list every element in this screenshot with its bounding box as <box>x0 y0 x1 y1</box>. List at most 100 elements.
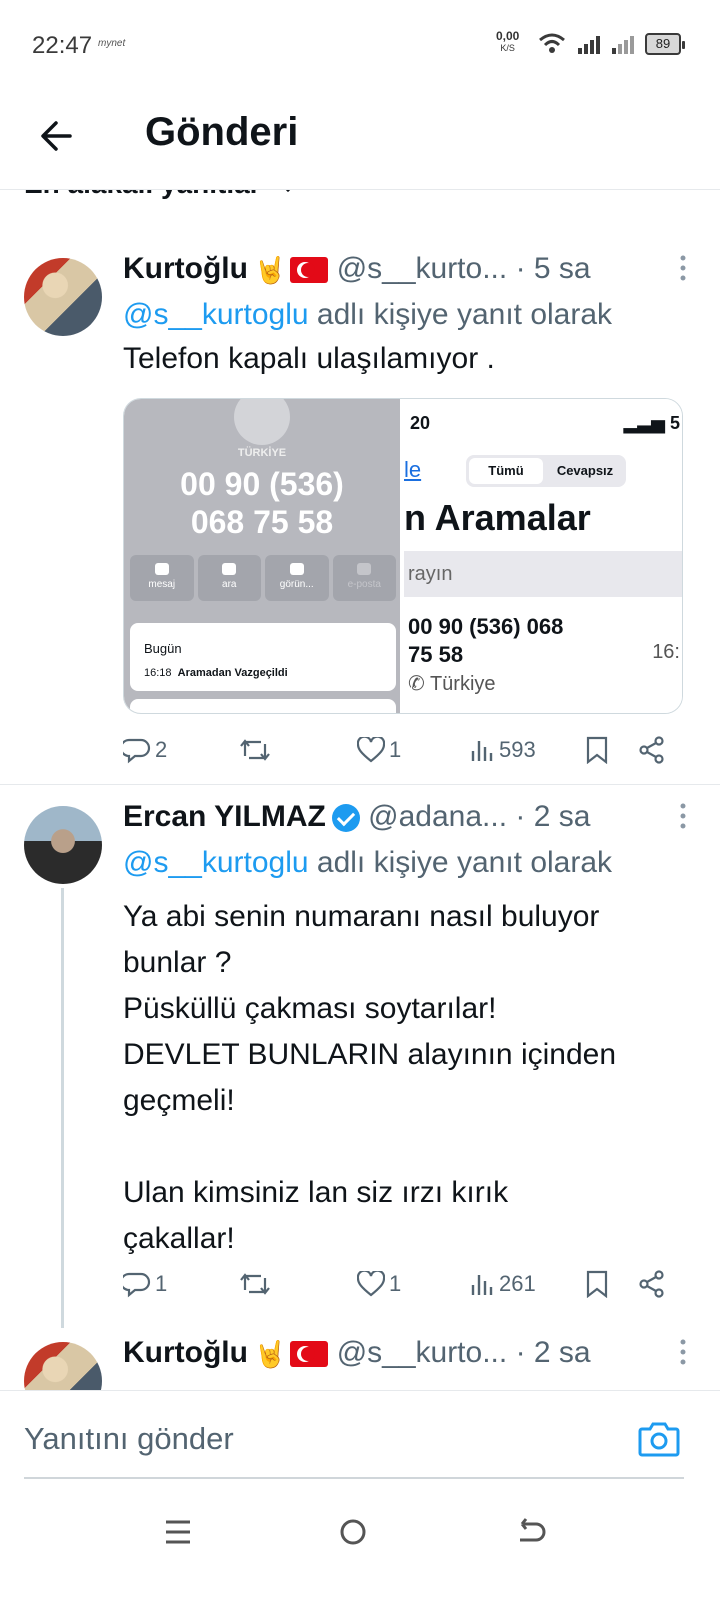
horns-emoji-icon: 🤘 <box>253 1338 287 1369</box>
screenshot-time: 20 <box>410 413 431 433</box>
user-handle[interactable]: @s__kurto... <box>337 252 508 285</box>
carrier-logo: mynet <box>98 38 126 49</box>
retweet-button[interactable] <box>239 730 275 770</box>
horns-emoji-icon: 🤘 <box>253 254 287 285</box>
views-count: 593 <box>499 737 536 762</box>
reply-icon <box>123 738 151 764</box>
tweet-time: · 2 sa <box>515 1336 591 1369</box>
back-nav-icon[interactable] <box>510 1512 550 1552</box>
display-name[interactable]: Kurtoğlu <box>123 252 248 285</box>
avatar[interactable] <box>24 258 102 336</box>
message-action: mesaj <box>130 555 194 601</box>
menu-icon[interactable] <box>158 1512 198 1552</box>
like-button[interactable]: 1 <box>357 730 401 770</box>
reply-input[interactable]: Yanıtını gönder <box>24 1421 234 1457</box>
call-log-day: Bugün <box>144 641 182 656</box>
tweet-header: Kurtoğlu 🤘 @s__kurto... · 5 sa <box>123 252 688 292</box>
call-log-card: Bugün 16:18 Aramadan Vazgeçildi <box>130 623 396 691</box>
reply-count: 2 <box>155 737 168 762</box>
battery-icon: 89 <box>645 33 685 55</box>
recents-title: n Aramalar <box>404 497 591 538</box>
display-name[interactable]: Kurtoğlu <box>123 1336 248 1369</box>
avatar[interactable] <box>24 806 102 884</box>
bookmark-button[interactable] <box>585 1264 613 1304</box>
tweet-actions: 2 1 593 <box>123 730 680 770</box>
contact-actions: mesaj ara görün... e-posta <box>130 555 396 601</box>
system-nav-bar <box>0 1480 720 1600</box>
turkey-flag-icon <box>290 257 329 284</box>
turkey-flag-icon <box>290 1341 329 1368</box>
share-button[interactable] <box>637 1264 671 1304</box>
like-count: 1 <box>389 737 402 762</box>
net-speed-value: 0,00 <box>496 29 520 43</box>
arrow-left-icon[interactable] <box>36 114 80 158</box>
contact-number: 00 90 (536) 068 75 58 <box>180 466 344 540</box>
views-count: 261 <box>499 1271 536 1296</box>
net-speed: 0,00 K/S <box>496 30 519 54</box>
reply-suffix: adlı kişiye yanıt olarak <box>308 846 613 879</box>
tweet-time: · 2 sa <box>515 800 591 833</box>
more-vertical-icon[interactable] <box>678 254 688 282</box>
user-handle[interactable]: @s__kurto... <box>337 1336 508 1369</box>
reply-count: 1 <box>155 1271 168 1296</box>
views-icon <box>471 741 493 761</box>
tweet-time: · 5 sa <box>515 252 591 285</box>
reply-composer: Yanıtını gönder <box>0 1390 720 1480</box>
retweet-icon <box>240 1273 270 1295</box>
calls-segment-control: Tümü Cevapsız <box>466 455 626 487</box>
status-time: 22:47 <box>32 32 93 59</box>
views-icon <box>471 1275 493 1295</box>
reply-suffix: adlı kişiye yanıt olarak <box>308 298 613 331</box>
reply-icon <box>123 1272 151 1298</box>
call-action: ara <box>197 555 261 601</box>
share-icon <box>639 1270 664 1298</box>
call-log-entry: 16:18 Aramadan Vazgeçildi <box>144 667 288 679</box>
bookmark-icon <box>586 1270 608 1298</box>
tweet-divider <box>0 784 720 785</box>
tweet-media-image[interactable]: TÜRKİYE 00 90 (536) 068 75 58 mesaj ara … <box>123 398 683 714</box>
tweet-header: Ercan YILMAZ @adana... · 2 sa <box>123 800 688 840</box>
tweet[interactable]: Ercan YILMAZ @adana... · 2 sa @s__kurtog… <box>0 800 720 1300</box>
camera-icon[interactable] <box>638 1421 680 1457</box>
retweet-icon <box>240 739 270 761</box>
recent-call-number: 00 90 (536) 068 75 58 <box>408 614 564 667</box>
contact-avatar-icon <box>234 399 290 445</box>
app-header: Gönderi <box>0 90 720 190</box>
like-count: 1 <box>389 1271 402 1296</box>
heart-icon <box>357 1271 385 1297</box>
retweet-button[interactable] <box>239 1264 275 1304</box>
screenshot-signal: ▂▃▅ 5 <box>623 413 680 433</box>
views-button[interactable]: 261 <box>469 1264 536 1304</box>
home-icon[interactable] <box>333 1512 373 1552</box>
status-bar: 22:47 mynet 0,00 K/S 89 <box>0 0 720 90</box>
tweet-text: Ya abi senin numaranı nasıl buluyor bunl… <box>123 900 617 1255</box>
reply-context: @s__kurtoglu adlı kişiye yanıt olarak <box>123 298 688 332</box>
media-left-screenshot: TÜRKİYE 00 90 (536) 068 75 58 mesaj ara … <box>124 399 400 713</box>
reply-button[interactable]: 2 <box>123 730 167 770</box>
recent-call-time: 16: <box>652 641 680 663</box>
reply-button[interactable]: 1 <box>123 1264 167 1304</box>
mention-link[interactable]: @s__kurtoglu <box>123 846 309 879</box>
reply-context: @s__kurtoglu adlı kişiye yanıt olarak <box>123 846 688 880</box>
bookmark-icon <box>586 736 608 764</box>
display-name[interactable]: Ercan YILMAZ <box>123 800 326 833</box>
composer-underline <box>24 1477 684 1479</box>
tweet[interactable]: Kurtoğlu🤘 @s__kurto... · 2 sa Bizim gizl… <box>0 1336 720 1420</box>
bookmark-button[interactable] <box>585 730 613 770</box>
video-action: görün... <box>265 555 329 601</box>
recents-search: rayın <box>404 551 682 597</box>
more-vertical-icon[interactable] <box>678 802 688 830</box>
tweet-header: Kurtoğlu 🤘 @s__kurto... · 2 sa <box>123 1336 688 1376</box>
heart-icon <box>357 737 385 763</box>
share-button[interactable] <box>637 730 671 770</box>
tweet-text: Telefon kapalı ulaşılamıyor . <box>123 342 495 375</box>
mention-link[interactable]: @s__kurtoglu <box>123 298 309 331</box>
signal-2-icon <box>612 36 634 54</box>
contact-country: TÜRKİYE <box>237 447 287 459</box>
like-button[interactable]: 1 <box>357 1264 401 1304</box>
more-vertical-icon[interactable] <box>678 1338 688 1366</box>
user-handle[interactable]: @adana... <box>368 800 507 833</box>
verified-badge-icon <box>331 804 360 833</box>
views-button[interactable]: 593 <box>469 730 536 770</box>
net-speed-unit: K/S <box>500 43 515 53</box>
